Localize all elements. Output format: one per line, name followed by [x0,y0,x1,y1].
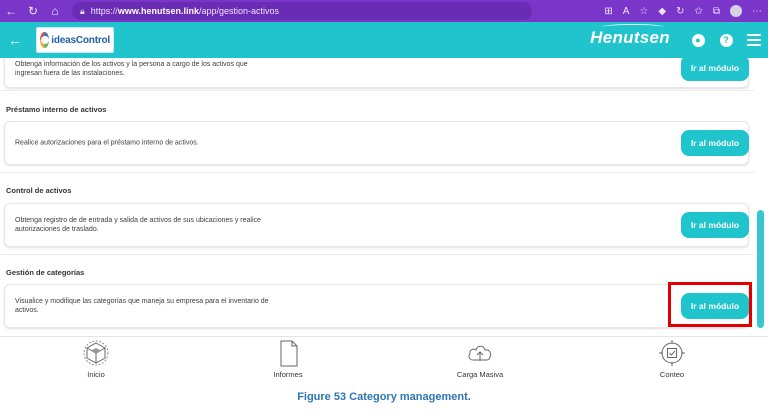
read-aloud-icon[interactable]: ⊞ [604,6,612,17]
logo-mark-icon [40,32,50,48]
nav-label: Conteo [659,370,685,379]
browser-actions: ⊞ A ☆ ◆ ↻ ✩ ⧉ ⋯ [604,0,762,22]
module-description: Visualice y modifique las categorías que… [15,298,269,314]
browser-home-icon[interactable]: ⌂ [44,0,66,22]
cloud-upload-icon [468,345,492,361]
divider [0,254,754,255]
home-cube-icon [83,340,109,366]
header-actions: ● ? [690,22,762,58]
go-to-module-button[interactable]: Ir al módulo [681,212,749,238]
divider [0,172,754,173]
logo-text: ideasControl [51,34,110,46]
user-icon[interactable]: ● [690,32,706,48]
bottom-nav: Inicio Informes Carga Masiva Conteo [0,336,768,384]
nav-item-conteo[interactable]: Conteo [632,339,712,379]
module-description: Obtenga información de los activos y la … [15,61,248,77]
scrollbar[interactable] [757,210,764,328]
nav-label: Informes [273,370,303,379]
back-arrow-icon[interactable]: ← [0,32,30,48]
lock-icon: 🔒︎ [80,5,85,16]
target-check-icon [659,340,685,366]
module-list: Obtenga información de los activos y la … [0,58,754,336]
module-card-internal-loan: Realice autorizaciones para el préstamo … [4,121,749,165]
profile-icon[interactable] [730,5,742,17]
browser-toolbar: ← ↻ ⌂ 🔒︎ https://www.henutsen.link/app/g… [0,0,768,22]
favorites-icon[interactable]: ✩ [694,6,702,17]
module-card-asset-control: Obtenga registro de de entrada y salida … [4,203,749,247]
text-size-icon[interactable]: A [623,6,630,17]
collections-icon[interactable]: ⧉ [713,6,720,17]
nav-item-informes[interactable]: Informes [248,339,328,379]
favorite-icon[interactable]: ☆ [639,6,648,17]
nav-item-inicio[interactable]: Inicio [56,339,136,379]
app-header: ← ideasControl Henutsen ● ? [0,22,768,58]
help-icon[interactable]: ? [718,32,734,48]
module-description: Realice autorizaciones para el préstamo … [15,139,199,147]
section-title: Gestión de categorías [6,268,85,277]
refresh-icon[interactable]: ↻ [676,6,684,17]
nav-label: Carga Masiva [456,370,504,379]
address-bar[interactable]: 🔒︎ https://www.henutsen.link/app/gestion… [72,2,532,20]
go-to-module-button[interactable]: Ir al módulo [681,58,749,81]
go-to-module-button[interactable]: Ir al módulo [681,130,749,156]
address-url: https://www.henutsen.link/app/gestion-ac… [90,6,280,16]
section-title: Préstamo interno de activos [6,105,107,114]
section-title: Control de activos [6,186,72,195]
figure-caption: Figure 53 Category management. [297,391,471,403]
divider [0,90,754,91]
more-icon[interactable]: ⋯ [752,6,762,17]
module-card-external: Obtenga información de los activos y la … [4,58,749,88]
document-icon [280,340,298,367]
company-logo: ideasControl [36,27,114,53]
module-description: Obtenga registro de de entrada y salida … [15,217,261,233]
extension-icon[interactable]: ◆ [658,6,666,17]
screenshot-root: ← ↻ ⌂ 🔒︎ https://www.henutsen.link/app/g… [0,0,768,417]
highlight-box [668,282,752,327]
menu-icon[interactable] [746,32,762,48]
browser-refresh-icon[interactable]: ↻ [22,0,44,22]
browser-back-icon[interactable]: ← [0,0,22,22]
nav-label: Inicio [87,370,105,379]
nav-item-carga-masiva[interactable]: Carga Masiva [440,339,520,379]
brand-name: Henutsen [590,28,670,47]
module-card-categories: Visualice y modifique las categorías que… [4,284,749,328]
